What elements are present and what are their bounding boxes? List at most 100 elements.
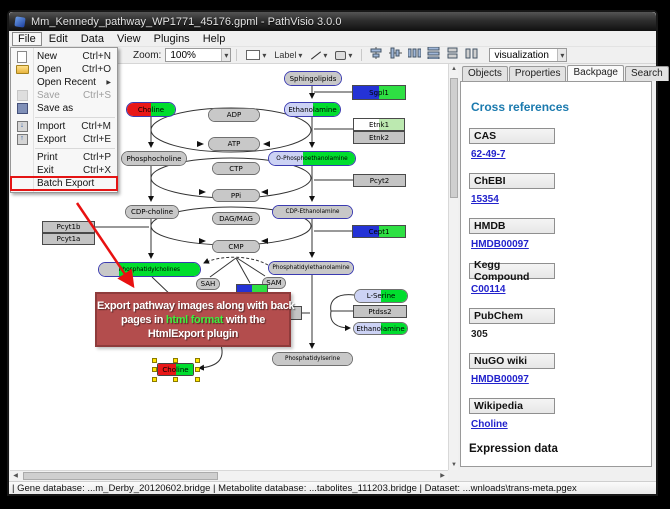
file-menu-item-exit[interactable]: ExitCtrl+X bbox=[11, 164, 117, 177]
submenu-arrow-icon: ▶ bbox=[106, 79, 117, 86]
metabolite-node-ctp[interactable]: CTP bbox=[212, 162, 260, 175]
save-icon bbox=[17, 90, 28, 101]
node-label: Phosphatidylethanolamine bbox=[269, 262, 353, 274]
selection-handle[interactable] bbox=[152, 377, 157, 382]
open-folder-icon bbox=[11, 65, 33, 74]
file-menu-item-save-as[interactable]: Save as bbox=[11, 102, 117, 115]
metabolite-node-ppi[interactable]: PPi bbox=[212, 189, 260, 202]
file-menu-item-open-recent[interactable]: Open Recent ▶ bbox=[11, 76, 117, 89]
metabolite-node-phosphatidylethanolamine[interactable]: Phosphatidylethanolamine bbox=[268, 261, 354, 275]
file-menu-item-import[interactable]: ↓ImportCtrl+M bbox=[11, 120, 117, 133]
menu-item-shortcut: Ctrl+N bbox=[82, 51, 117, 62]
menu-item-shortcut: Ctrl+S bbox=[83, 90, 117, 101]
metabolite-node-choline[interactable]: Choline bbox=[126, 102, 176, 117]
node-label: L-Serine bbox=[355, 290, 407, 302]
save-as-icon bbox=[17, 103, 28, 114]
node-label: ATP bbox=[209, 138, 259, 150]
annotation-text: html format bbox=[166, 314, 223, 326]
menu-item-label: Print bbox=[33, 152, 58, 163]
node-label: CDP-choline bbox=[126, 206, 178, 218]
gene-node-cept1[interactable]: Cept1 bbox=[352, 225, 406, 238]
node-label: Ethanolamine bbox=[354, 323, 407, 334]
metabolite-node-ethanolamine[interactable]: Ethanolamine bbox=[284, 102, 341, 117]
node-label: Etnk1 bbox=[354, 119, 404, 130]
metabolite-node-cmp[interactable]: CMP bbox=[212, 240, 260, 253]
metabolite-node-dag-mag[interactable]: DAG/MAG bbox=[212, 212, 260, 225]
node-label: Sphingolipids bbox=[285, 72, 341, 85]
annotation-callout: Export pathway images along with backpag… bbox=[95, 292, 291, 347]
save-icon bbox=[11, 90, 33, 101]
node-label: CDP-Ethanolamine bbox=[273, 206, 352, 218]
menu-item-label: Open bbox=[33, 64, 61, 75]
gene-node-etnk2[interactable]: Etnk2 bbox=[353, 131, 405, 144]
selection-handle[interactable] bbox=[152, 367, 157, 372]
metabolite-node-sphingolipids[interactable]: Sphingolipids bbox=[284, 71, 342, 86]
node-label: Ptdss2 bbox=[354, 306, 406, 317]
metabolite-node-cdp-choline[interactable]: CDP-choline bbox=[125, 205, 179, 219]
selection-handle[interactable] bbox=[195, 377, 200, 382]
menu-item-label: Export bbox=[33, 134, 66, 145]
selection-handle[interactable] bbox=[195, 367, 200, 372]
file-menu: New Ctrl+NOpenCtrl+OOpen Recent ▶ Save Ctrl+… bbox=[10, 47, 118, 193]
file-menu-item-save[interactable]: Save Ctrl+S bbox=[11, 89, 117, 102]
new-document-icon bbox=[17, 51, 27, 63]
import-icon: ↓ bbox=[17, 121, 28, 132]
file-menu-item-open[interactable]: OpenCtrl+O bbox=[11, 63, 117, 76]
gene-node-pcyt1a[interactable]: Pcyt1a bbox=[42, 233, 95, 245]
node-label: Etnk2 bbox=[354, 132, 404, 143]
menu-item-label: Save bbox=[33, 90, 60, 101]
node-label: Pcyt2 bbox=[354, 175, 405, 186]
metabolite-node-ethanolamine[interactable]: Ethanolamine bbox=[353, 322, 408, 335]
gene-node-etnk1[interactable]: Etnk1 bbox=[353, 118, 405, 131]
file-menu-item-batch-export[interactable]: Batch Export bbox=[11, 177, 117, 190]
import-icon: ↓ bbox=[11, 121, 33, 132]
metabolite-node-o-phosphoethanolamine[interactable]: O-Phosphoethanolamine bbox=[268, 151, 356, 166]
new-document-icon bbox=[11, 51, 33, 63]
file-menu-item-export[interactable]: ↑ExportCtrl+E bbox=[11, 133, 117, 146]
node-label: Phosphatidylcholines bbox=[99, 263, 200, 276]
metabolite-node-cdp-ethanolamine[interactable]: CDP-Ethanolamine bbox=[272, 205, 353, 219]
file-menu-item-new[interactable]: New Ctrl+N bbox=[11, 50, 117, 63]
node-label: Cept1 bbox=[353, 226, 405, 237]
node-label: Phosphocholine bbox=[122, 152, 186, 165]
selection-handle[interactable] bbox=[195, 358, 200, 363]
node-label: DAG/MAG bbox=[213, 213, 259, 224]
selected-metabolite-node-choline[interactable]: Choline bbox=[157, 363, 194, 376]
node-label: SAH bbox=[197, 279, 219, 289]
metabolite-node-adp[interactable]: ADP bbox=[208, 108, 260, 122]
node-label: Phosphatidylserine bbox=[273, 353, 352, 365]
gene-node-ptdss2[interactable]: Ptdss2 bbox=[353, 305, 407, 318]
metabolite-node-l-serine[interactable]: L-Serine bbox=[354, 289, 408, 303]
metabolite-node-phosphatidylserine[interactable]: Phosphatidylserine bbox=[272, 352, 353, 366]
node-label: ADP bbox=[209, 109, 259, 121]
metabolite-node-phosphatidylcholines[interactable]: Phosphatidylcholines bbox=[98, 262, 201, 277]
node-label: Choline bbox=[127, 103, 175, 116]
menu-item-shortcut: Ctrl+P bbox=[83, 152, 117, 163]
menu-item-shortcut: Ctrl+M bbox=[81, 121, 117, 132]
node-label: Choline bbox=[158, 364, 193, 375]
annotation-text: HtmlExport plugin bbox=[148, 328, 238, 340]
gene-node-sgpl1[interactable]: Sgpl1 bbox=[352, 85, 406, 100]
gene-node-pcyt1b[interactable]: Pcyt1b bbox=[42, 221, 95, 233]
annotation-text: pages in bbox=[121, 314, 166, 326]
node-label: CTP bbox=[213, 163, 259, 174]
metabolite-node-sah[interactable]: SAH bbox=[196, 278, 220, 290]
metabolite-node-atp[interactable]: ATP bbox=[208, 137, 260, 151]
metabolite-node-phosphocholine[interactable]: Phosphocholine bbox=[121, 151, 187, 166]
selection-handle[interactable] bbox=[173, 358, 178, 363]
node-label: PPi bbox=[213, 190, 259, 201]
file-menu-item-print[interactable]: Print Ctrl+P bbox=[11, 151, 117, 164]
export-icon: ↑ bbox=[11, 134, 33, 145]
node-label: Pcyt1a bbox=[43, 234, 94, 244]
selection-handle[interactable] bbox=[152, 358, 157, 363]
annotation-line: pages in html format with the bbox=[97, 313, 289, 327]
open-folder-icon bbox=[16, 65, 29, 74]
menu-separator bbox=[35, 148, 115, 149]
menu-item-shortcut: Ctrl+X bbox=[83, 165, 117, 176]
selection-handle[interactable] bbox=[173, 377, 178, 382]
menu-item-label: Open Recent bbox=[33, 77, 96, 88]
gene-node-pcyt2[interactable]: Pcyt2 bbox=[353, 174, 406, 187]
menu-item-label: New bbox=[33, 51, 57, 62]
menu-item-label: Batch Export bbox=[33, 178, 94, 189]
annotation-text: Export pathway images along with back bbox=[97, 300, 294, 312]
